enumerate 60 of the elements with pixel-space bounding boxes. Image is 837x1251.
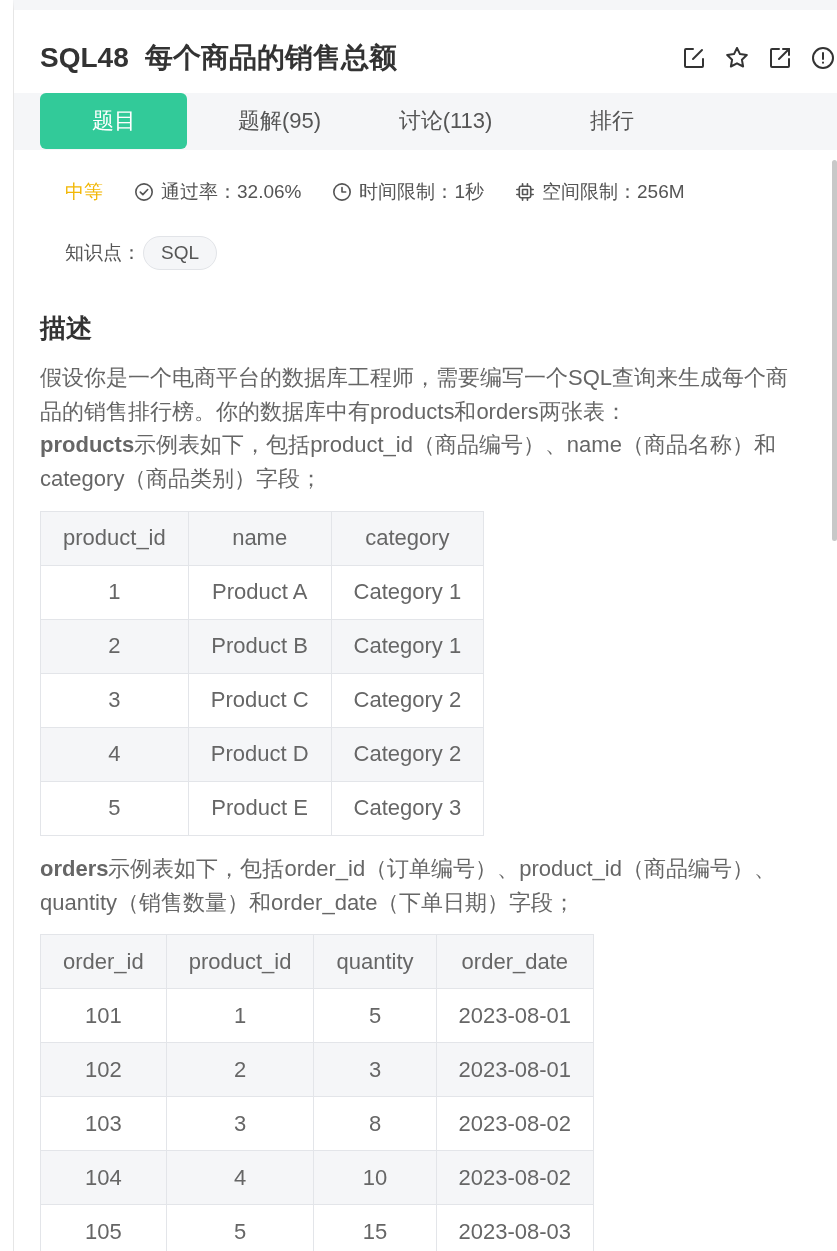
tab[interactable]: 排行 [538,93,685,149]
knowledge-tag[interactable]: SQL [143,236,218,270]
table-cell: 5 [40,781,189,836]
external-link-icon[interactable] [770,47,790,68]
table-cell: 2023-08-02 [436,1150,594,1205]
table-cell: 5 [313,988,437,1043]
table-cell: 2 [40,619,189,674]
edit-icon[interactable] [684,47,704,68]
table-cell: 1 [40,565,189,620]
table-cell: Product C [188,673,332,728]
table-header-cell: order_id [40,934,167,989]
clock-icon [333,183,352,201]
tab[interactable]: 讨论(113) [372,93,519,149]
table-cell: Product E [188,781,332,836]
table-cell: Category 3 [331,781,484,836]
table-cell: Product B [188,619,332,674]
table-cell: 8 [313,1096,437,1151]
table-cell: 1 [166,988,314,1043]
table-header-cell: product_id [166,934,314,989]
table-header-cell: order_date [436,934,594,989]
description-text: products示例表如下，包括product_id（商品编号）、name（商品名称）和category（商品类别）字段； [40,431,777,494]
table-cell: 103 [40,1096,167,1151]
info-icon[interactable] [812,46,834,69]
check-circle-icon [135,183,153,201]
table-cell: Product A [188,565,332,620]
table-cell: 10 [313,1150,437,1205]
table-cell: 102 [40,1042,167,1097]
table-cell: 101 [40,988,167,1043]
star-icon[interactable] [726,47,748,68]
scrollbar-thumb[interactable] [832,160,837,541]
table-cell: 3 [313,1042,437,1097]
table-cell: Product D [188,727,332,782]
table-cell: Category 2 [331,727,484,782]
table-cell: 105 [40,1204,167,1251]
stat-text: 空间限制：256M [542,180,685,204]
problem-title: SQL48 每个商品的销售总额 [40,40,398,75]
table-header-cell: quantity [313,934,437,989]
stat-text: 时间限制：1秒 [359,180,485,204]
table-header-cell: product_id [40,511,189,566]
chip-icon [516,183,535,201]
table-cell: 4 [40,727,189,782]
knowledge-label: 知识点： [65,241,141,265]
description-text: orders示例表如下，包括order_id（订单编号）、product_id（商品编号）、quantity（销售数量）和order_date（下单日期）字段； [40,854,777,917]
table-cell: 3 [166,1096,314,1151]
table-cell: 104 [40,1150,167,1205]
table-cell: 2023-08-01 [436,988,594,1043]
table-header-cell: name [188,511,332,566]
table-cell: 4 [166,1150,314,1205]
table-header-cell: category [331,511,484,566]
section-heading: 描述 [40,312,93,345]
table-cell: 2023-08-01 [436,1042,594,1097]
table-cell: Category 2 [331,673,484,728]
difficulty-label: 中等 [65,180,103,204]
table-cell: 3 [40,673,189,728]
table-cell: Category 1 [331,565,484,620]
tab[interactable]: 题解(95) [206,93,353,149]
stat-text: 通过率：32.06% [161,180,302,204]
table-cell: 2023-08-02 [436,1096,594,1151]
table-cell: Category 1 [331,619,484,674]
table-cell: 2 [166,1042,314,1097]
